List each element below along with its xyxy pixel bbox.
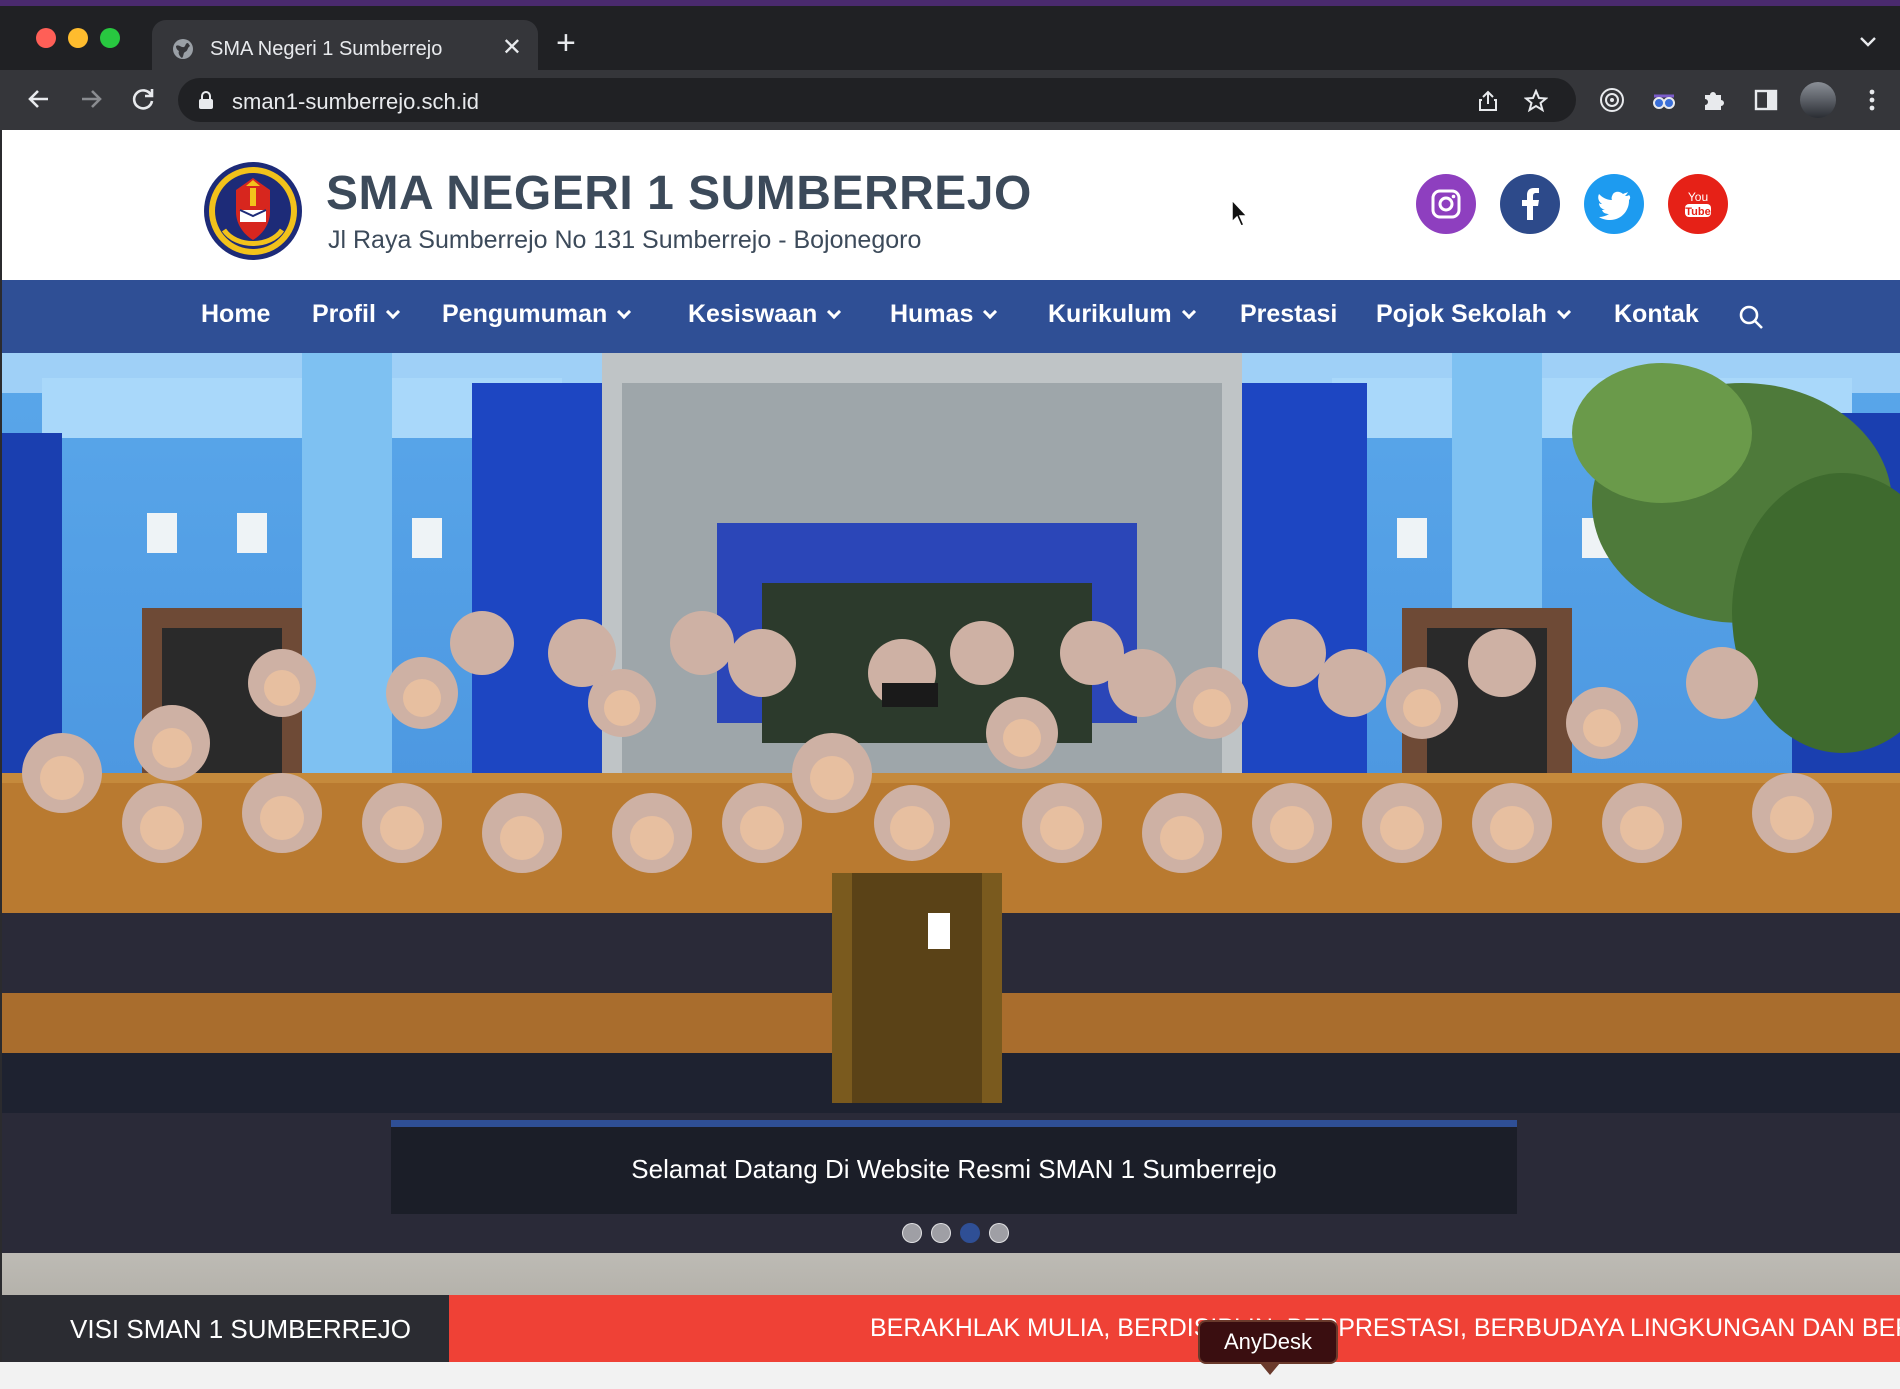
- close-tab-icon[interactable]: ✕: [502, 34, 522, 62]
- nav-item-label: Kurikulum: [1048, 300, 1172, 328]
- instagram-link[interactable]: [1416, 174, 1476, 234]
- address-bar[interactable]: sman1-sumberrejo.sch.id: [178, 78, 1576, 122]
- nav-item-prestasi[interactable]: Prestasi: [1240, 300, 1337, 329]
- nav-item-kurikulum[interactable]: Kurikulum: [1048, 300, 1196, 329]
- nav-item-home[interactable]: Home: [201, 300, 270, 329]
- nav-item-label: Home: [201, 300, 271, 328]
- facebook-icon: [1522, 188, 1539, 220]
- minimize-window-button[interactable]: [68, 28, 88, 48]
- slide-dot-2[interactable]: [931, 1223, 951, 1243]
- spy-extension-icon[interactable]: [1650, 86, 1678, 114]
- reload-icon[interactable]: [128, 84, 158, 114]
- back-arrow-icon[interactable]: [24, 84, 54, 114]
- page-bottom-edge: [0, 1362, 1900, 1389]
- nav-item-label: Kontak: [1614, 300, 1699, 328]
- youtube-icon: You Tube: [1685, 190, 1711, 218]
- nav-item-kesiswaan[interactable]: Kesiswaan: [688, 300, 842, 329]
- svg-text:You: You: [1688, 190, 1708, 204]
- nav-item-label: Pengumuman: [442, 300, 608, 328]
- nav-item-pengumuman[interactable]: Pengumuman: [442, 300, 632, 329]
- share-icon[interactable]: [1476, 89, 1500, 113]
- web-page: SMA NEGERI 1 SUMBERREJO Jl Raya Sumberre…: [2, 130, 1900, 1389]
- nav-item-humas[interactable]: Humas: [890, 300, 998, 329]
- site-address: Jl Raya Sumberrejo No 131 Sumberrejo - B…: [328, 226, 922, 254]
- anydesk-tooltip[interactable]: AnyDesk: [1198, 1320, 1338, 1364]
- search-icon[interactable]: [1738, 304, 1764, 330]
- twitter-link[interactable]: [1584, 174, 1644, 234]
- slide-caption: Selamat Datang Di Website Resmi SMAN 1 S…: [391, 1120, 1517, 1214]
- close-window-button[interactable]: [36, 28, 56, 48]
- site-title[interactable]: SMA NEGERI 1 SUMBERREJO: [326, 166, 1032, 221]
- hero-slider[interactable]: Selamat Datang Di Website Resmi SMAN 1 S…: [2, 353, 1900, 1295]
- target-extension-icon[interactable]: [1598, 86, 1626, 114]
- ticker-label: VISI SMAN 1 SUMBERREJO: [2, 1295, 449, 1362]
- twitter-icon: [1598, 191, 1631, 220]
- school-logo[interactable]: [202, 160, 304, 262]
- more-menu-icon[interactable]: [1858, 86, 1886, 114]
- chevron-down-icon: [827, 304, 842, 320]
- slide-dot-4[interactable]: [989, 1223, 1009, 1243]
- anydesk-tooltip-arrow: [1260, 1363, 1280, 1375]
- chevron-down-icon: [1556, 304, 1571, 320]
- puzzle-extensions-icon[interactable]: [1700, 86, 1728, 114]
- bookmark-star-icon[interactable]: [1524, 89, 1548, 113]
- svg-text:Tube: Tube: [1685, 206, 1710, 218]
- facebook-link[interactable]: [1500, 174, 1560, 234]
- nav-item-kontak[interactable]: Kontak: [1614, 300, 1699, 329]
- nav-item-profil[interactable]: Profil: [312, 300, 400, 329]
- tab-search-chevron-icon[interactable]: [1858, 34, 1878, 48]
- nav-item-label: Pojok Sekolah: [1376, 300, 1547, 328]
- chevron-down-icon: [385, 304, 400, 320]
- main-navigation: Home Profil Pengumuman Kesiswaan Humas K…: [2, 280, 1900, 353]
- side-panel-icon[interactable]: [1752, 86, 1780, 114]
- maximize-window-button[interactable]: [100, 28, 120, 48]
- instagram-icon: [1431, 189, 1461, 219]
- mouse-cursor-icon: [1231, 198, 1249, 227]
- nav-item-label: Humas: [890, 300, 974, 328]
- chevron-down-icon: [983, 304, 998, 320]
- globe-icon: [173, 39, 193, 59]
- news-ticker: VISI SMAN 1 SUMBERREJO BERAKHLAK MULIA, …: [2, 1295, 1900, 1362]
- nav-item-pojok-sekolah[interactable]: Pojok Sekolah: [1376, 300, 1571, 329]
- profile-avatar[interactable]: [1800, 82, 1836, 118]
- nav-item-label: Profil: [312, 300, 376, 328]
- chevron-down-icon: [1181, 304, 1196, 320]
- browser-toolbar: sman1-sumberrejo.sch.id: [0, 70, 1900, 130]
- nav-item-label: Kesiswaan: [688, 300, 818, 328]
- tab-title: SMA Negeri 1 Sumberrejo: [210, 38, 443, 60]
- new-tab-button[interactable]: +: [556, 26, 576, 60]
- ticker-text[interactable]: BERAKHLAK MULIA, BERDISIPLIN, BERPRESTAS…: [870, 1314, 1900, 1343]
- youtube-link[interactable]: You Tube: [1668, 174, 1728, 234]
- url-text[interactable]: sman1-sumberrejo.sch.id: [232, 89, 479, 115]
- lock-icon[interactable]: [198, 91, 214, 109]
- ticker-label-text: VISI SMAN 1 SUMBERREJO: [70, 1314, 411, 1344]
- chevron-down-icon: [617, 304, 632, 320]
- browser-tab-bar: SMA Negeri 1 Sumberrejo ✕ +: [0, 6, 1900, 78]
- slide-dot-1[interactable]: [902, 1223, 922, 1243]
- site-header: SMA NEGERI 1 SUMBERREJO Jl Raya Sumberre…: [2, 130, 1900, 280]
- nav-item-label: Prestasi: [1240, 300, 1338, 328]
- slide-caption-text: Selamat Datang Di Website Resmi SMAN 1 S…: [631, 1154, 1277, 1184]
- forward-arrow-icon[interactable]: [76, 84, 106, 114]
- slide-dot-3[interactable]: [960, 1223, 980, 1243]
